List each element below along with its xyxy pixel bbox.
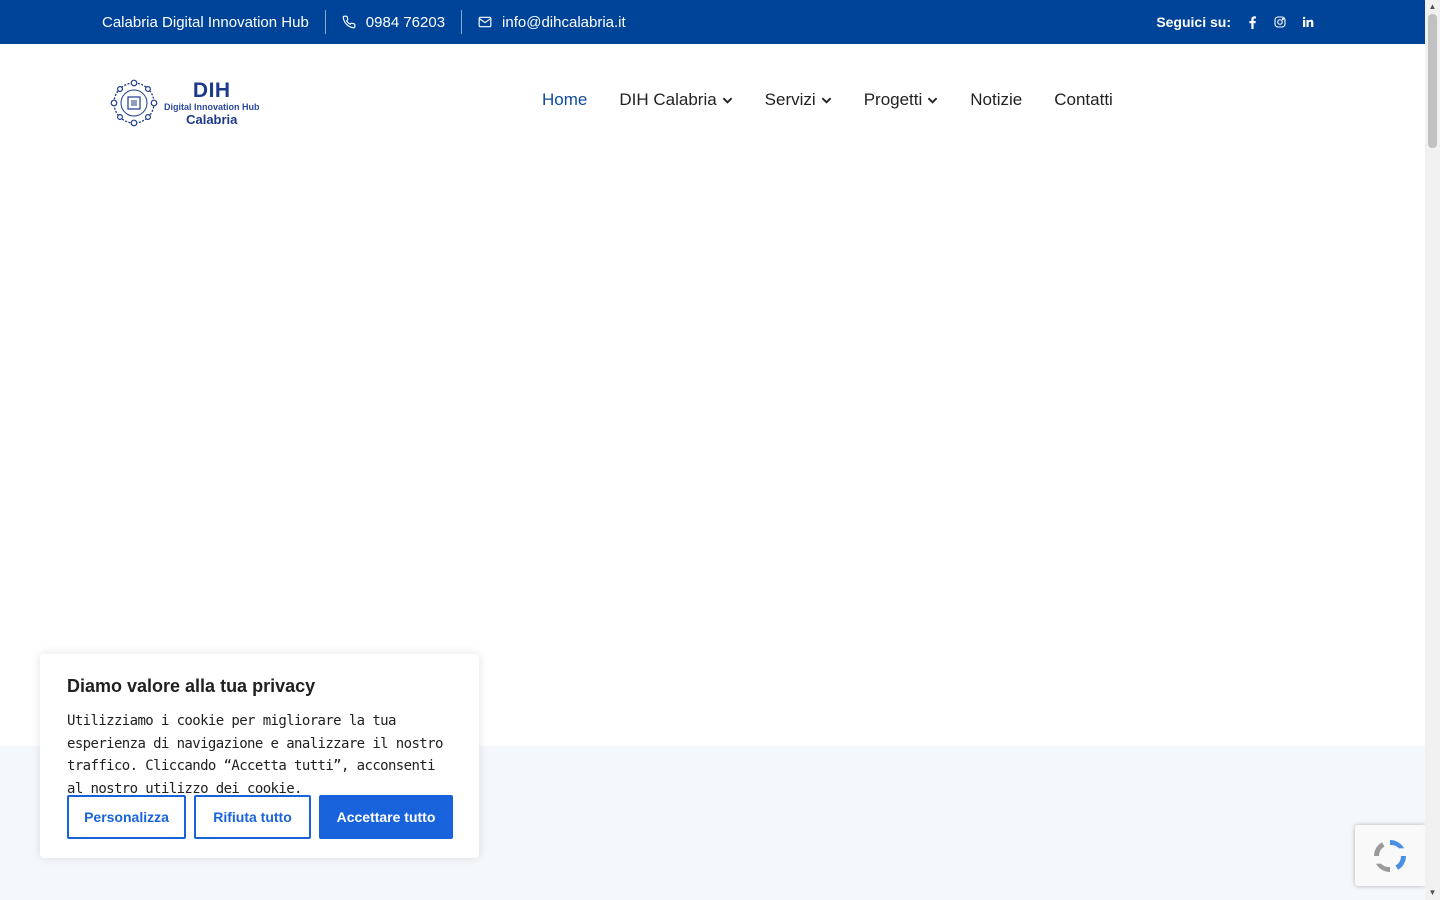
nav-item-contatti[interactable]: Contatti [1054, 90, 1113, 110]
site-logo[interactable]: DIH Digital Innovation Hub Calabria [110, 78, 270, 128]
reject-all-button[interactable]: Rifiuta tutto [194, 795, 311, 839]
org-name: Calabria Digital Innovation Hub [102, 13, 309, 31]
nav-item-servizi[interactable]: Servizi [765, 90, 832, 110]
phone-icon [342, 15, 356, 29]
scrollbar[interactable]: ▲ ▼ [1425, 0, 1440, 900]
scroll-down-arrow[interactable]: ▼ [1428, 889, 1437, 897]
chevron-down-icon [821, 97, 831, 104]
social-links: Seguici su: [1156, 0, 1315, 44]
instagram-icon[interactable] [1273, 15, 1287, 29]
phone-link[interactable]: 0984 76203 [366, 14, 445, 31]
nav-label: Progetti [863, 90, 923, 109]
nav-label: DIH Calabria [619, 90, 717, 109]
main-nav: Home DIH Calabria Servizi Progetti Notiz… [542, 90, 1145, 110]
cookie-title: Diamo valore alla tua privacy [67, 676, 316, 696]
logo-subtitle: Digital Innovation Hub [164, 102, 260, 112]
nav-label: Notizie [970, 90, 1023, 109]
divider [324, 10, 326, 34]
recaptcha-badge[interactable] [1355, 825, 1425, 886]
logo-emblem-icon [110, 79, 158, 127]
cookie-text: Utilizziamo i cookie per migliorare la t… [67, 713, 443, 797]
contact-info: Calabria Digital Innovation Hub 0984 762… [102, 0, 626, 44]
logo-title: DIH [192, 79, 231, 102]
logo-wordmark: DIH Digital Innovation Hub Calabria [164, 80, 260, 126]
nav-label: Home [542, 90, 588, 109]
nav-item-notizie[interactable]: Notizie [970, 90, 1022, 110]
email-link[interactable]: info@dihcalabria.it [502, 14, 626, 31]
scroll-up-arrow[interactable]: ▲ [1428, 3, 1437, 11]
chevron-down-icon [928, 97, 938, 104]
envelope-icon [478, 16, 492, 28]
divider [461, 10, 463, 34]
top-bar: Calabria Digital Innovation Hub 0984 762… [0, 0, 1425, 44]
nav-item-home[interactable]: Home [542, 90, 587, 110]
cookie-consent-banner: Diamo valore alla tua privacy Utilizziam… [40, 654, 479, 858]
nav-item-progetti[interactable]: Progetti [864, 90, 939, 110]
chevron-down-icon [722, 97, 732, 104]
nav-label: Servizi [764, 90, 816, 109]
scrollbar-thumb[interactable] [1428, 14, 1437, 148]
follow-label: Seguici su: [1156, 14, 1231, 30]
accept-all-button[interactable]: Accettare tutto [319, 795, 453, 839]
logo-region: Calabria [186, 112, 238, 127]
nav-label: Contatti [1054, 90, 1113, 109]
customize-button[interactable]: Personalizza [67, 795, 186, 839]
facebook-icon[interactable] [1245, 15, 1259, 29]
recaptcha-icon [1374, 839, 1406, 872]
linkedin-icon[interactable] [1301, 15, 1315, 29]
site-header: DIH Digital Innovation Hub Calabria Home… [0, 44, 1425, 159]
nav-item-dih-calabria[interactable]: DIH Calabria [619, 90, 732, 110]
